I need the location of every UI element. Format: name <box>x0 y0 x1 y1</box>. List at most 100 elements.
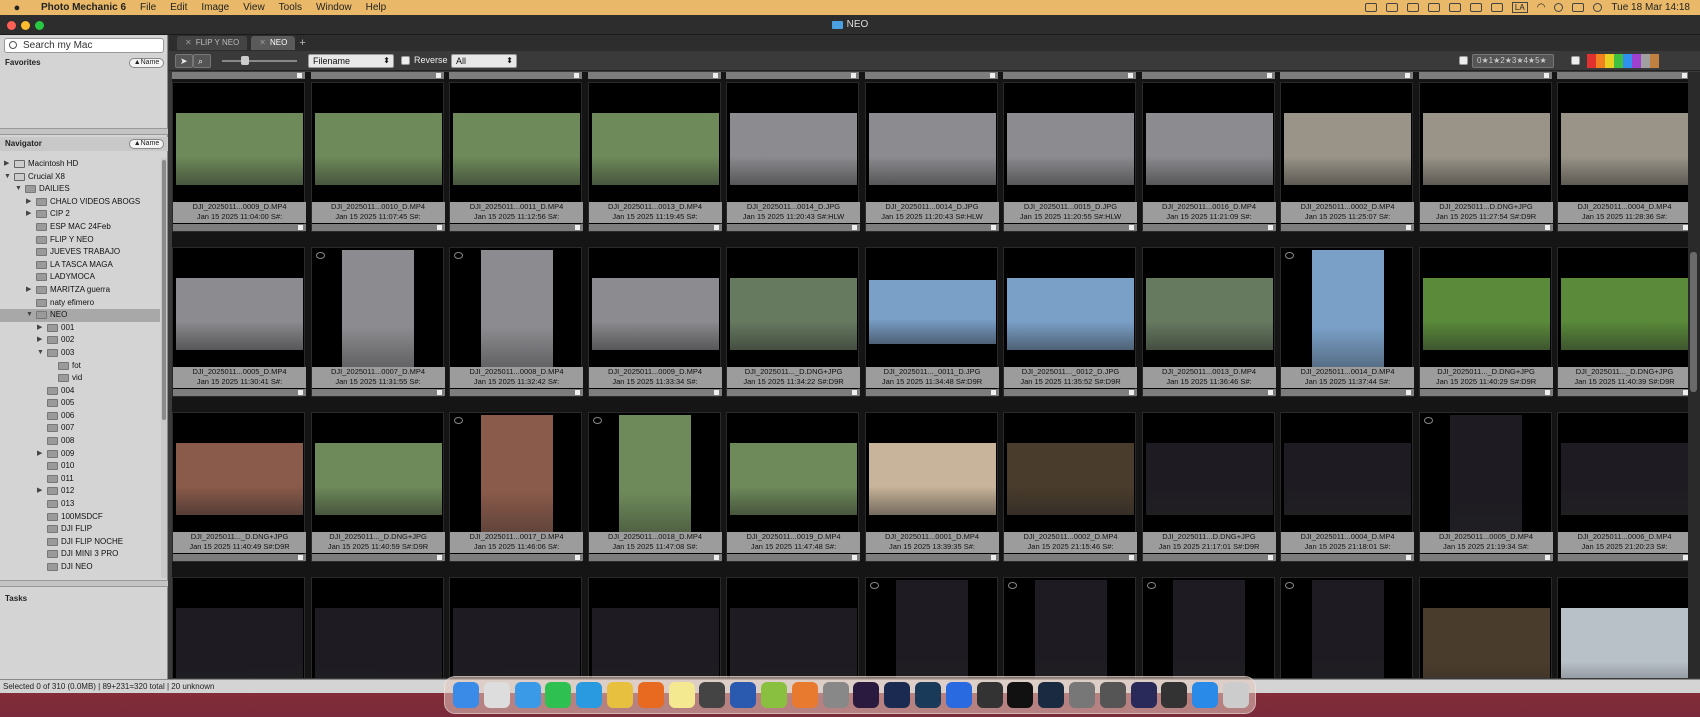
obs-icon[interactable] <box>1130 682 1157 708</box>
menu-image[interactable]: Image <box>194 2 236 13</box>
thumbnail-cell[interactable]: DJI_2025011...0002_D.MP4 Jan 15 2025 21:1… <box>1003 412 1137 562</box>
select-checkbox[interactable] <box>989 73 995 78</box>
capcut-icon[interactable] <box>1007 682 1034 708</box>
nav-folder-esp-mac-24feb[interactable]: ESP MAC 24Feb <box>0 221 160 234</box>
telegram-icon[interactable] <box>576 682 603 708</box>
select-checkbox[interactable] <box>575 555 580 560</box>
color-label-swatch[interactable] <box>1641 54 1650 68</box>
disclosure-arrow-icon[interactable]: ▶ <box>37 334 45 347</box>
thumbnail-image[interactable] <box>1007 443 1134 515</box>
nav-folder-neo[interactable]: ▼ NEO <box>0 309 160 322</box>
select-checkbox[interactable] <box>852 225 857 230</box>
rotate-icon[interactable] <box>1285 252 1294 259</box>
disclosure-arrow-icon[interactable]: ▶ <box>4 158 12 171</box>
filter-select[interactable]: All <box>451 54 517 68</box>
wifi-icon[interactable]: ◠ <box>1537 2 1546 13</box>
color-label-swatch[interactable] <box>1587 54 1596 68</box>
thumbnail-cell[interactable]: DJI_2025011...D.DNG+JPG Jan 15 2025 21:17… <box>1141 412 1276 562</box>
select-checkbox[interactable] <box>1129 555 1134 560</box>
screenshot-icon[interactable] <box>1099 682 1126 708</box>
reverse-checkbox[interactable] <box>401 56 410 65</box>
davinci-icon[interactable] <box>976 682 1003 708</box>
input-source-indicator[interactable]: LA <box>1511 2 1528 13</box>
thumbnail-cell[interactable] <box>864 577 998 678</box>
fox-icon[interactable] <box>791 682 818 708</box>
trash-icon[interactable] <box>1223 682 1249 708</box>
status-item-icon[interactable] <box>1406 3 1419 12</box>
thumbnail-cell[interactable]: DJI_2025011..._0012_D.JPG Jan 15 2025 11:… <box>1003 247 1137 397</box>
arrow-tool-button[interactable]: ➤ <box>175 54 193 68</box>
nav-folder-maritza-guerra[interactable]: ▶ MARITZA guerra <box>0 284 160 297</box>
firefox-icon[interactable] <box>637 682 664 708</box>
panel-splitter[interactable] <box>0 580 168 587</box>
sort-field-select[interactable]: Filename <box>308 54 394 68</box>
rotate-icon[interactable] <box>1423 417 1433 424</box>
select-checkbox[interactable] <box>575 390 580 395</box>
safari-icon[interactable] <box>514 682 541 708</box>
select-checkbox[interactable] <box>990 225 996 230</box>
minimize-window-button[interactable] <box>21 21 30 30</box>
select-checkbox[interactable] <box>1129 390 1134 395</box>
tab-flip-y-neo[interactable]: ✕ FLIP Y NEO <box>177 36 248 50</box>
nav-folder-008[interactable]: 008 <box>0 435 160 448</box>
thumbnail-image[interactable] <box>1173 580 1245 678</box>
nav-folder-002[interactable]: ▶ 002 <box>0 334 160 347</box>
thumbnail-image[interactable] <box>1145 113 1273 185</box>
thumbnail-cell[interactable]: DJI_2025011...0011_D.MP4 Jan 15 2025 11:1… <box>449 82 583 232</box>
thumbnail-image[interactable] <box>730 443 857 515</box>
close-tab-icon[interactable]: ✕ <box>259 38 266 47</box>
thumbnail-image[interactable] <box>1422 113 1550 185</box>
thumbnail-cell[interactable]: DJI_2025011..._D.DNG+JPG Jan 15 2025 11:4… <box>1418 247 1553 397</box>
menu-help[interactable]: Help <box>359 2 394 13</box>
color-label-swatch[interactable] <box>1632 54 1641 68</box>
tab-neo[interactable]: ✕ NEO <box>251 36 296 50</box>
thumbnail-image[interactable] <box>176 608 303 678</box>
thumbnail-cell[interactable]: DJI_2025011...0018_D.MP4 Jan 15 2025 11:4… <box>587 412 722 562</box>
thumbnail-image[interactable] <box>176 443 303 515</box>
rotate-icon[interactable] <box>869 582 879 589</box>
thumbnail-image[interactable] <box>1422 608 1550 678</box>
thumbnail-cell[interactable] <box>726 577 859 678</box>
select-checkbox[interactable] <box>712 73 718 78</box>
menu-edit[interactable]: Edit <box>163 2 194 13</box>
thumbnail-cell[interactable]: DJI_2025011..._D.DNG+JPG Jan 15 2025 11:4… <box>172 412 306 562</box>
select-checkbox[interactable] <box>297 73 302 78</box>
zoom-window-button[interactable] <box>35 21 44 30</box>
rating-filter-checkbox[interactable] <box>1459 56 1468 65</box>
rotate-icon[interactable] <box>1146 582 1156 589</box>
thumbnail-image[interactable] <box>730 113 857 185</box>
settings-wheel-icon[interactable] <box>822 682 849 708</box>
thumbnail-cell[interactable]: DJI_2025011...0014_D.JPG Jan 15 2025 11:2… <box>726 82 860 232</box>
thumbnail-cell[interactable]: DJI_2025011...0016_D.MP4 Jan 15 2025 11:2… <box>1141 82 1276 232</box>
nav-folder-007[interactable]: 007 <box>0 422 160 435</box>
thumbnail-cell[interactable]: DJI_2025011..._D.DNG+JPG Jan 15 2025 11:3… <box>726 247 860 397</box>
search-field[interactable]: Search my Mac <box>4 38 164 53</box>
disclosure-arrow-icon[interactable]: ▼ <box>37 347 45 360</box>
thumbnail-image[interactable] <box>1450 415 1522 543</box>
select-checkbox[interactable] <box>1406 390 1411 395</box>
thumbnail-cell[interactable] <box>587 577 721 678</box>
rotate-icon[interactable] <box>315 252 325 259</box>
thumbnail-image[interactable] <box>1284 113 1411 185</box>
menu-view[interactable]: View <box>236 2 272 13</box>
thumbnail-cell[interactable] <box>1003 577 1136 678</box>
select-checkbox[interactable] <box>1266 73 1272 78</box>
select-checkbox[interactable] <box>1267 225 1273 230</box>
siri-icon[interactable] <box>1593 3 1603 12</box>
thumbnail-cell[interactable] <box>1418 577 1552 678</box>
status-item-icon[interactable] <box>1427 3 1440 12</box>
thumbnail-cell[interactable]: DJI_2025011..._D.DNG+JPG Jan 15 2025 11:4… <box>310 412 445 562</box>
nav-folder-dji-flip[interactable]: DJI FLIP <box>0 523 160 536</box>
select-checkbox[interactable] <box>1544 555 1550 560</box>
nav-folder-003[interactable]: ▼ 003 <box>0 347 160 360</box>
favorites-sort-button[interactable]: ▲Name <box>129 58 164 68</box>
select-checkbox[interactable] <box>990 555 996 560</box>
thumbnail-cell[interactable] <box>449 577 582 678</box>
select-checkbox[interactable] <box>436 390 442 395</box>
thumbnail-cell[interactable]: DJI_2025011...0010_D.MP4 Jan 15 2025 11:0… <box>310 82 445 232</box>
thumbnail-image[interactable] <box>1561 608 1688 678</box>
select-checkbox[interactable] <box>298 225 303 230</box>
premiere-icon[interactable] <box>853 682 880 708</box>
thumbnail-image[interactable] <box>453 608 580 678</box>
nav-folder-012[interactable]: ▶ 012 <box>0 485 160 498</box>
